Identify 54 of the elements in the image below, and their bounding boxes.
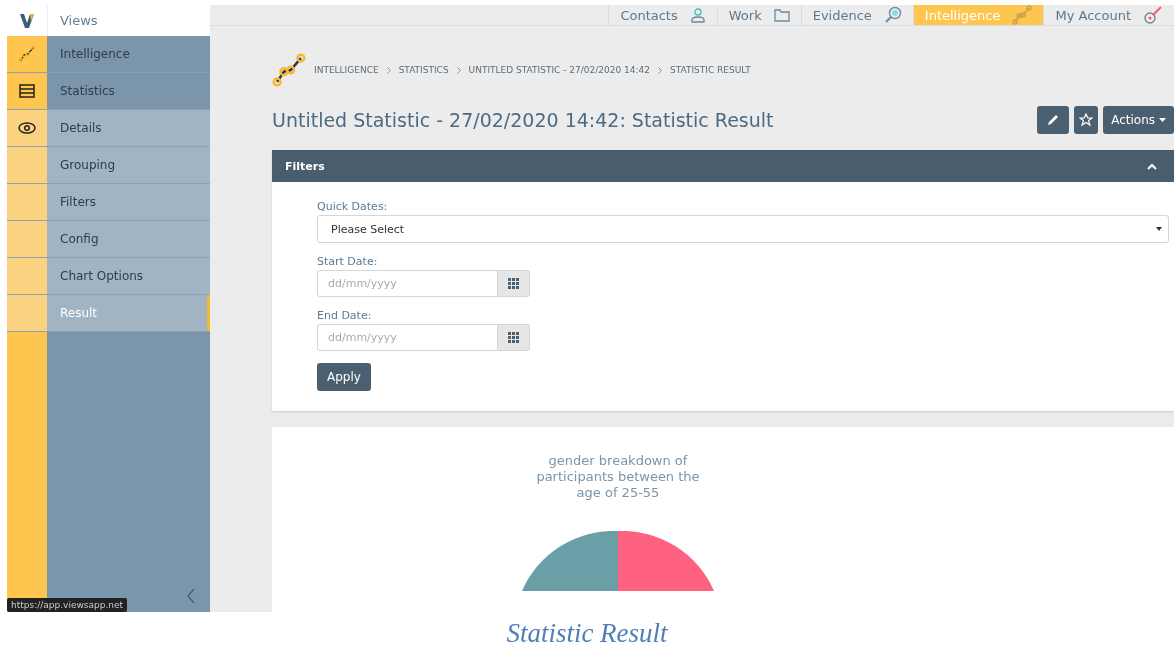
chevron-right-icon [456,66,461,74]
sidebar-item[interactable]: Details [47,110,210,146]
caret-icon [1159,118,1166,122]
search-icon [883,6,902,24]
panel-title: Filters [285,159,325,173]
eye-icon [18,122,36,134]
line-chart-icon [1012,5,1033,25]
sidebar-item[interactable]: Filters [47,184,210,220]
sidebar-item[interactable]: Config [47,221,210,257]
sidebar-icon-cell [7,221,47,257]
apply-button[interactable]: Apply [317,363,371,391]
figure-caption: Statistic Result [505,618,669,649]
field-label: Start Date: [317,255,379,268]
sidebar-item[interactable]: Grouping [47,147,210,183]
chevron-up-icon [1147,162,1157,170]
link-url-tooltip: https://app.viewsapp.net [7,598,128,612]
key-icon [1143,5,1163,25]
date-input[interactable]: dd/mm/yyyy [317,270,498,297]
grid-icon [508,278,519,289]
grid-icon [508,332,519,343]
nav-tab[interactable]: Contacts [608,5,717,25]
field-label: End Date: [317,309,373,322]
nav-tab[interactable]: Evidence [800,5,913,25]
field-label: Quick Dates: [317,200,389,213]
caret-icon [1156,227,1162,231]
chevron-right-icon [386,66,391,74]
favourite-button[interactable] [1074,106,1099,134]
date-input[interactable]: dd/mm/yyyy [317,324,498,351]
sidebar-icon-cell [7,295,47,331]
chart-title: gender breakdown of participants between the age of 25-55 [535,453,701,501]
page-title: Untitled Statistic - 27/02/2020 14:42: Statistic Result [272,109,774,131]
person-icon [689,7,706,23]
breadcrumb-link[interactable]: STATISTICS [398,65,449,75]
star-icon [1079,113,1094,127]
breadcrumb-link[interactable]: STATISTIC RESULT [670,65,751,75]
line-chart-icon [272,53,306,87]
folder-icon [773,8,790,22]
chevron-right-icon [658,66,662,74]
calendar-button[interactable] [498,270,530,297]
pencil-icon [1046,113,1061,127]
sidebar-icon-cell [7,258,47,294]
edit-button[interactable] [1037,106,1070,134]
logo-icon [19,12,35,29]
sidebar-item[interactable]: Chart Options [47,258,210,294]
list-icon [19,84,35,98]
line-chart-icon [18,45,36,63]
breadcrumb-link[interactable]: INTELLIGENCE [314,65,379,75]
nav-tab[interactable]: My Account [1043,5,1174,25]
sidebar-icon-cell [7,184,47,220]
breadcrumb-link[interactable]: UNTITLED STATISTIC - 27/02/2020 14:42 [468,65,650,75]
quick-dates-select[interactable]: Please Select [317,215,1169,243]
calendar-button[interactable] [498,324,530,351]
nav-tab[interactable]: Work [716,5,801,25]
actions-button[interactable]: Actions [1103,106,1174,134]
